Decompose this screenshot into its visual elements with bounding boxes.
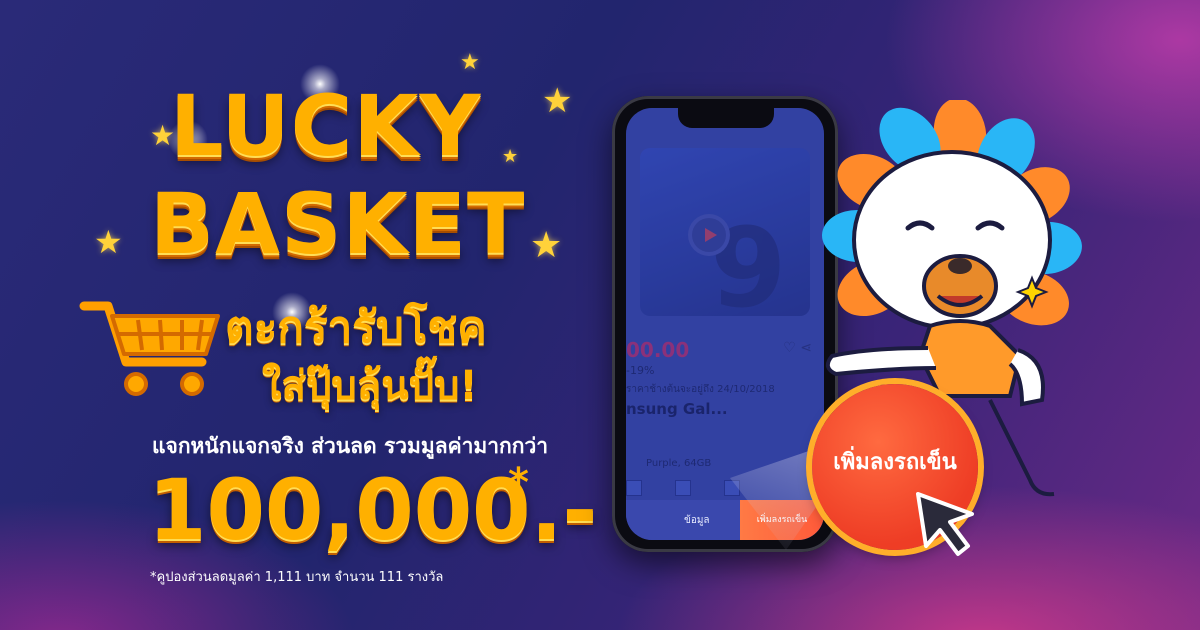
headline-basket: BASKET	[150, 175, 526, 273]
tab-detail[interactable]: ข้อมูล	[684, 513, 710, 528]
cursor-icon	[916, 492, 974, 556]
star-icon: ★	[460, 50, 480, 75]
star-icon: ★	[502, 146, 519, 167]
headline-lucky: LUCKY	[170, 77, 482, 175]
thai-headline-1: ตะกร้ารับโชค	[225, 302, 487, 353]
star-icon: ★	[94, 223, 123, 261]
offer-amount: 100,000.-	[148, 461, 598, 559]
promo-banner: ★ ★ ★ ★ ★ ★ LUCKY BASKET ตะกร้ารับโชค ใส…	[0, 0, 1200, 630]
cart-icon	[79, 301, 220, 396]
offer-asterisk: *	[508, 460, 529, 506]
star-icon: ★	[542, 81, 573, 121]
thai-headline-2: ใส่ปุ๊บลุ้นปั๊บ!	[262, 363, 478, 409]
star-icon: ★	[530, 225, 563, 266]
add-to-cart-label: เพิ่มลงรถเข็น	[833, 450, 957, 475]
phone-notch	[678, 108, 774, 128]
offer-subline: แจกหนักแจกจริง ส่วนลด รวมมูลค่ามากกว่า	[152, 434, 549, 458]
offer-footnote: *คูปองส่วนลดมูลค่า 1,111 บาท จำนวน 111 ร…	[150, 570, 444, 585]
